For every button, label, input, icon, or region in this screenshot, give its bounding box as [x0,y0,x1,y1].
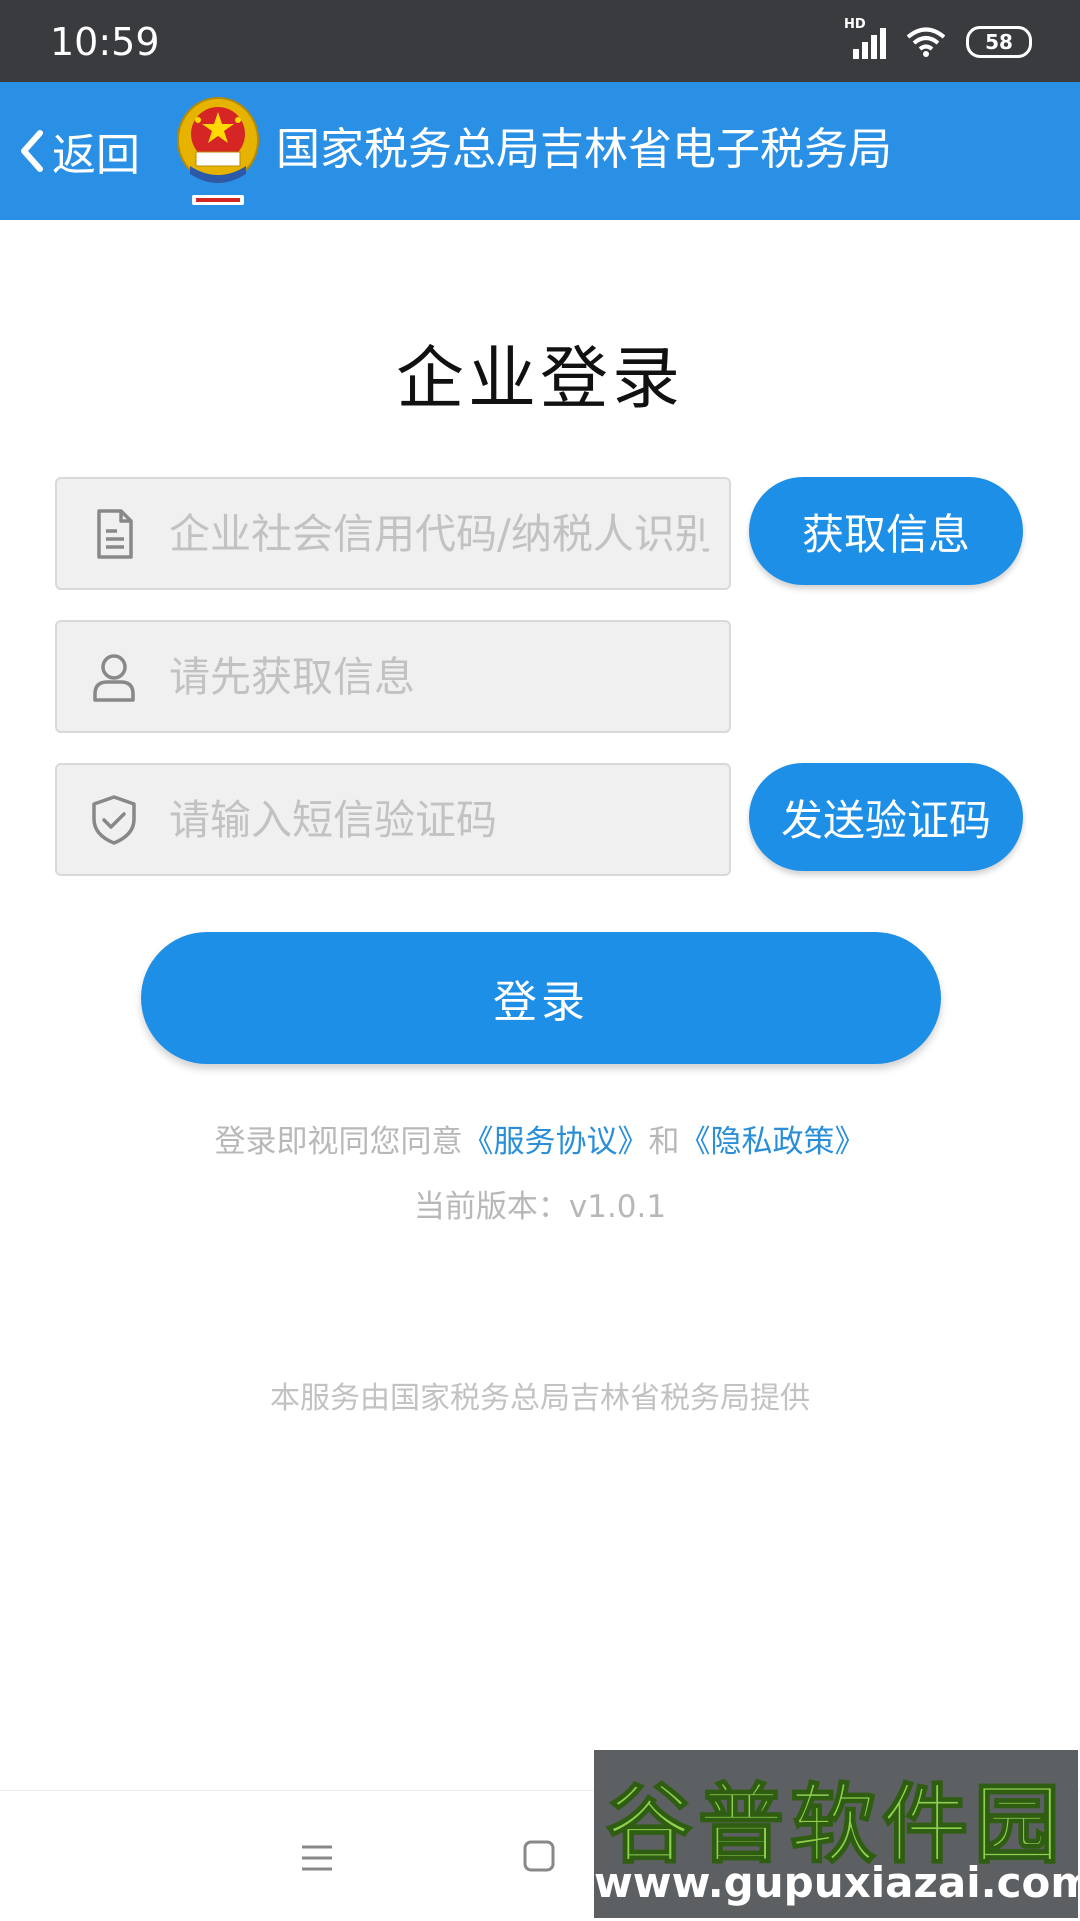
agreement-text: 登录即视同您同意《服务协议》和《隐私政策》 [0,1120,1080,1164]
agreement-prefix: 登录即视同您同意 [214,1124,463,1160]
battery-indicator: 58 [966,26,1032,58]
login-button[interactable]: 登录 [141,932,941,1064]
privacy-policy-link[interactable]: 《隐私政策》 [680,1124,866,1160]
service-agreement-link[interactable]: 《服务协议》 [463,1124,649,1160]
user-icon [93,654,135,702]
tax-emblem-logo [177,97,259,205]
watermark-url: www.gupuxiazai.com [594,1858,1080,1907]
tax-id-input[interactable] [169,499,709,569]
back-button[interactable]: 返回 [18,116,140,186]
send-code-button[interactable]: 发送验证码 [749,763,1023,871]
document-icon [97,509,133,559]
wifi-icon [906,27,946,57]
watermark: 谷普软件园 www.gupuxiazai.com [594,1750,1080,1918]
network-type-label: HD [844,17,866,32]
user-input[interactable] [169,642,709,712]
app-header: 返回 国家税务总局吉林省电子税务局 [0,82,1080,220]
sms-code-field [55,763,731,876]
agreement-and: 和 [648,1124,680,1160]
status-icons: HD 58 [844,17,1032,62]
version-label: 当前版本：v1.0.1 [413,1189,667,1225]
status-time: 10:59 [50,20,160,64]
provider-note: 本服务由国家税务总局吉林省税务局提供 [270,1381,810,1416]
cellular-signal-icon: HD [844,17,886,59]
menu-icon[interactable] [300,1843,334,1873]
get-info-button[interactable]: 获取信息 [749,477,1023,585]
home-icon[interactable] [522,1839,556,1873]
back-label: 返回 [52,130,140,181]
sms-code-input[interactable] [169,785,709,855]
chevron-left-icon [21,130,43,172]
page-title: 企业登录 [395,340,684,419]
tax-id-field [55,477,731,590]
user-field [55,620,731,733]
app-title: 国家税务总局吉林省电子税务局 [276,124,892,175]
status-bar: 10:59 HD 58 [0,0,1080,82]
shield-check-icon [92,795,136,845]
